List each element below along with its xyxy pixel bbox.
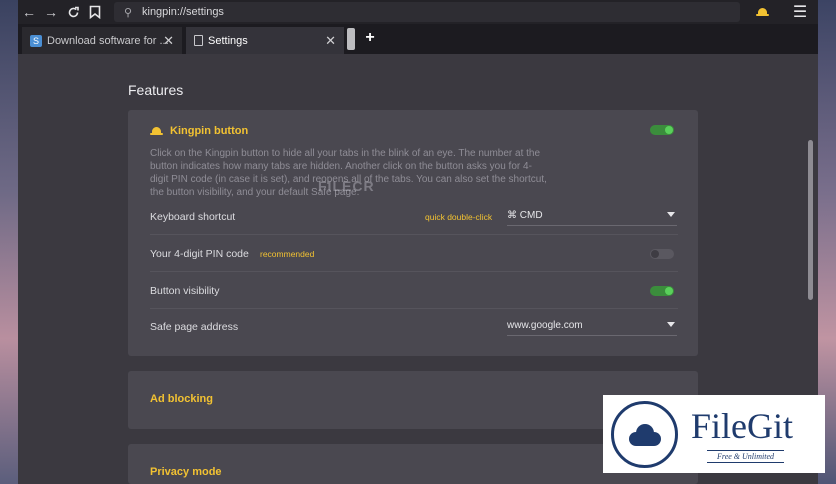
kingpin-button-toggle[interactable]	[650, 125, 674, 135]
tab-scroll-handle[interactable]	[347, 28, 355, 50]
chevron-down-icon	[667, 212, 675, 217]
bookmark-button[interactable]	[84, 0, 106, 24]
section-title: Features	[128, 82, 184, 98]
plus-icon: +	[365, 29, 375, 46]
close-icon[interactable]: ✕	[325, 33, 336, 49]
hat-icon	[150, 126, 163, 136]
bookmark-icon	[89, 5, 101, 19]
safe-page-label: Safe page address	[150, 321, 239, 333]
filegit-brand: FileGit	[691, 406, 794, 446]
ad-blocking-title: Ad blocking	[150, 393, 213, 405]
reload-button[interactable]	[62, 0, 84, 24]
back-button[interactable]: ←	[18, 0, 40, 24]
pin-code-row: Your 4-digit PIN code recommended	[150, 236, 678, 272]
shortcut-value: ⌘ CMD	[507, 210, 543, 221]
arrow-left-icon: ←	[22, 4, 36, 20]
address-url[interactable]: kingpin://settings	[142, 6, 224, 18]
kingpin-hat-button[interactable]	[754, 4, 778, 20]
close-icon[interactable]: ✕	[163, 33, 174, 49]
shortcut-hint: quick double-click	[425, 212, 493, 222]
filegit-tagline: Free & Unlimited	[707, 450, 785, 463]
filecr-watermark: FILECR	[318, 178, 375, 194]
button-visibility-row: Button visibility	[150, 273, 678, 309]
tab-label: Download software for ...	[47, 34, 169, 47]
filegit-watermark: FileGit Free & Unlimited	[603, 395, 825, 473]
keyboard-shortcut-row: Keyboard shortcut quick double-click ⌘ C…	[150, 199, 678, 235]
forward-button[interactable]: →	[40, 0, 62, 24]
search-icon: ⚲	[123, 6, 133, 19]
address-bar[interactable]: ⚲ kingpin://settings	[114, 2, 740, 22]
chevron-down-icon	[667, 322, 675, 327]
safe-page-select[interactable]: www.google.com	[507, 316, 677, 336]
privacy-mode-title: Privacy mode	[150, 466, 222, 478]
page-icon	[194, 35, 203, 46]
button-visibility-label: Button visibility	[150, 285, 220, 297]
hamburger-icon: ☰	[792, 4, 808, 21]
new-tab-button[interactable]: +	[362, 28, 378, 48]
kingpin-button-heading: Kingpin button	[150, 125, 248, 137]
scrollbar-thumb[interactable]	[808, 140, 813, 300]
tab-bar: S Download software for ... ✕ Settings ✕	[18, 24, 818, 54]
safe-page-row: Safe page address www.google.com	[150, 309, 678, 345]
tab-settings[interactable]: Settings ✕	[186, 27, 344, 54]
keyboard-shortcut-label: Keyboard shortcut	[150, 211, 236, 223]
tab-label: Settings	[208, 34, 248, 47]
menu-button[interactable]: ☰	[788, 3, 812, 21]
kingpin-button-card: Kingpin button Click on the Kingpin butt…	[128, 110, 698, 356]
pin-code-toggle[interactable]	[650, 249, 674, 259]
hat-icon	[756, 7, 769, 17]
pin-code-label: Your 4-digit PIN code	[150, 248, 249, 260]
filegit-logo-icon	[611, 401, 678, 468]
browser-toolbar: ← → ⚲ kingpin://settings ☰	[18, 0, 818, 24]
arrow-right-icon: →	[44, 4, 58, 20]
site-favicon-icon: S	[30, 34, 42, 47]
desktop-wallpaper-left	[0, 0, 18, 484]
kingpin-button-title: Kingpin button	[170, 125, 249, 137]
reload-icon	[68, 6, 79, 17]
tab-download-software[interactable]: S Download software for ... ✕	[22, 27, 182, 54]
shortcut-select[interactable]: ⌘ CMD	[507, 206, 677, 226]
safe-page-value: www.google.com	[507, 320, 583, 331]
button-visibility-toggle[interactable]	[650, 286, 674, 296]
recommended-badge: recommended	[260, 249, 315, 259]
